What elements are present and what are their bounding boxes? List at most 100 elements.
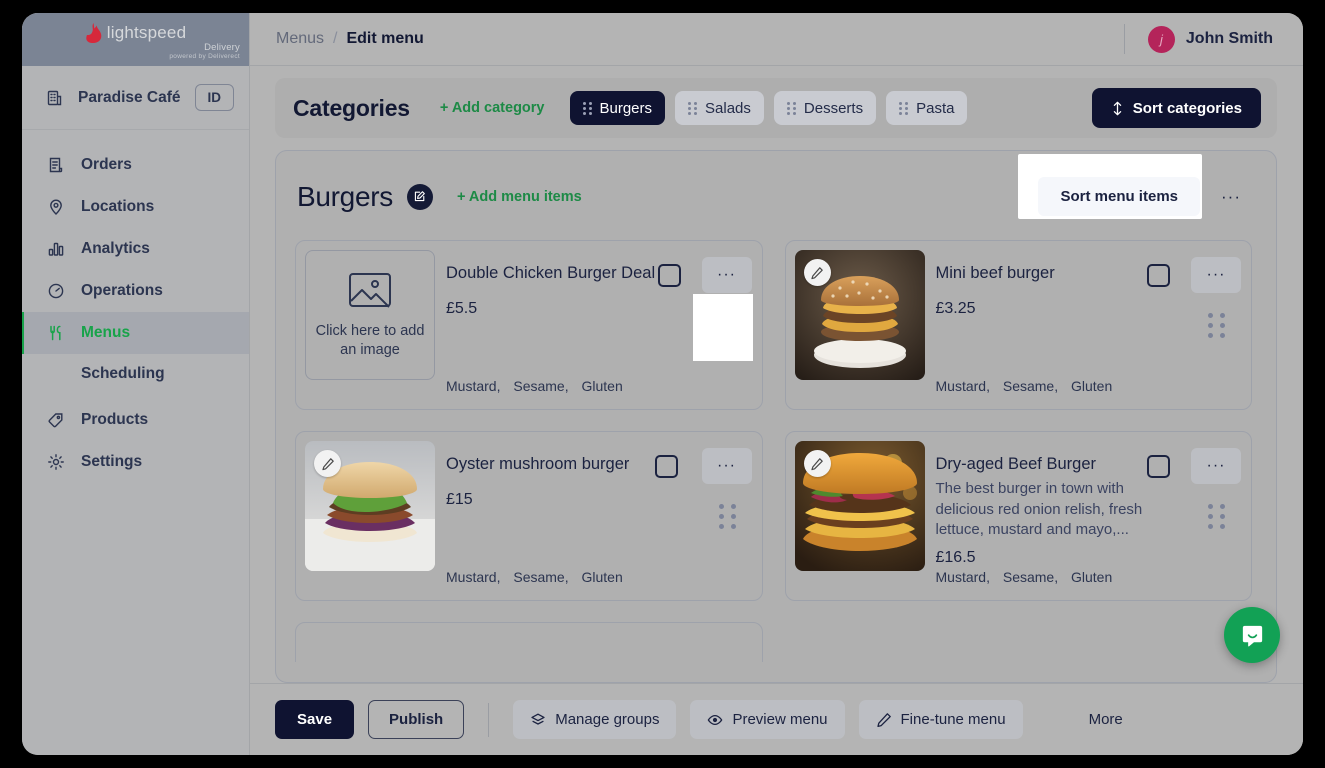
breadcrumb-menus[interactable]: Menus xyxy=(276,30,324,48)
gauge-icon xyxy=(46,282,65,301)
menu-item-card[interactable]: Click here to add an image Double Chicke… xyxy=(295,240,763,410)
item-image[interactable] xyxy=(305,441,435,571)
item-image[interactable] xyxy=(794,441,925,571)
more-button[interactable]: More xyxy=(1073,700,1139,739)
item-price: £3.25 xyxy=(935,300,976,317)
item-tags: Mustard, Sesame, Gluten xyxy=(936,378,1122,394)
item-image-placeholder[interactable]: Click here to add an image xyxy=(305,250,435,380)
brand-product: Delivery xyxy=(204,42,240,53)
category-chip-burgers[interactable]: Burgers xyxy=(569,91,666,125)
item-more-button[interactable]: ··· xyxy=(1191,257,1241,293)
item-select-checkbox[interactable] xyxy=(1147,264,1170,287)
item-select-checkbox[interactable] xyxy=(1147,455,1170,478)
user-menu[interactable]: j John Smith xyxy=(1147,25,1273,53)
category-chip-pasta[interactable]: Pasta xyxy=(886,91,968,125)
sort-menu-items-button[interactable]: Sort menu items xyxy=(1038,177,1200,216)
menu-item-card-partial[interactable] xyxy=(295,622,763,662)
map-pin-icon xyxy=(46,198,65,217)
topbar-divider xyxy=(1123,24,1125,54)
item-body: Dry-aged Beef Burger The best burger in … xyxy=(935,441,1241,591)
edit-image-button[interactable] xyxy=(314,450,341,477)
flame-icon xyxy=(85,23,102,43)
item-more-button[interactable]: ··· xyxy=(701,448,752,484)
chip-label: Burgers xyxy=(599,99,653,117)
sort-categories-button[interactable]: Sort categories xyxy=(1091,88,1261,128)
sidebar-item-label: Products xyxy=(81,411,149,428)
store-id-badge[interactable]: ID xyxy=(194,84,235,111)
category-more-button[interactable]: ··· xyxy=(1210,179,1252,215)
menu-item-card[interactable]: Mini beef burger £3.25 Mustard, Sesame, … xyxy=(784,240,1252,410)
fine-tune-menu-button[interactable]: Fine-tune menu xyxy=(858,700,1023,739)
edit-pencil-icon[interactable] xyxy=(406,183,433,210)
menu-items-grid: Click here to add an image Double Chicke… xyxy=(295,240,1252,601)
item-image[interactable] xyxy=(794,250,925,380)
store-selector[interactable]: Paradise Café ID xyxy=(22,66,249,130)
category-chip-desserts[interactable]: Desserts xyxy=(773,91,877,125)
sidebar-item-label: Scheduling xyxy=(81,365,165,382)
sidebar-item-locations[interactable]: Locations xyxy=(22,186,249,228)
item-drag-handle-icon[interactable] xyxy=(718,504,736,529)
menu-item-card[interactable]: Dry-aged Beef Burger The best burger in … xyxy=(784,431,1252,601)
item-drag-handle-icon[interactable] xyxy=(1208,313,1225,338)
sort-categories-label: Sort categories xyxy=(1132,99,1242,117)
sidebar-item-label: Menus xyxy=(81,324,131,341)
sidebar-item-settings[interactable]: Settings xyxy=(22,441,249,483)
item-tag: Sesame, xyxy=(513,378,569,394)
chat-bubble-icon[interactable] xyxy=(1224,607,1280,663)
save-button[interactable]: Save xyxy=(275,700,355,739)
sidebar-item-menus[interactable]: Menus xyxy=(22,312,249,354)
item-description: The best burger in town with delicious r… xyxy=(935,480,1143,539)
item-select-checkbox[interactable] xyxy=(657,264,681,287)
image-placeholder-icon xyxy=(348,271,392,309)
footer-divider xyxy=(488,702,490,737)
screen-root: lightspeed Delivery powered by Deliverec… xyxy=(0,0,1325,768)
sidebar-item-label: Orders xyxy=(81,156,132,173)
sidebar-item-products[interactable]: Products xyxy=(22,399,249,441)
item-tag: Gluten xyxy=(1071,569,1113,585)
item-more-button[interactable]: ··· xyxy=(701,257,752,293)
item-drag-handle-icon[interactable] xyxy=(1208,504,1225,529)
category-panel-actions: Sort menu items ··· xyxy=(1018,154,1252,219)
page-title: Categories xyxy=(293,94,410,121)
item-body: Oyster mushroom burger £15 Mustard, Sesa… xyxy=(446,441,752,591)
item-tag: Sesame, xyxy=(1002,378,1059,394)
layers-icon xyxy=(530,712,546,728)
drag-handle-icon[interactable] xyxy=(582,101,592,115)
brand-row: lightspeed xyxy=(85,23,187,43)
item-body: Double Chicken Burger Deal £5.5 Mustard,… xyxy=(446,250,753,400)
preview-menu-button[interactable]: Preview menu xyxy=(690,700,845,739)
category-panel-header: Burgers + Add menu items Sort menu items… xyxy=(295,154,1252,219)
item-tag: Mustard, xyxy=(446,378,501,394)
receipt-icon xyxy=(46,156,65,175)
manage-groups-button[interactable]: Manage groups xyxy=(513,700,677,739)
building-icon xyxy=(46,89,64,107)
add-category-button[interactable]: + Add category xyxy=(440,100,545,116)
edit-image-button[interactable] xyxy=(803,450,831,477)
drag-handle-icon[interactable] xyxy=(688,101,698,115)
sidebar-item-operations[interactable]: Operations xyxy=(22,270,249,312)
brand-logo[interactable]: lightspeed Delivery powered by Deliverec… xyxy=(22,13,249,66)
item-more-button[interactable]: ··· xyxy=(1191,448,1241,484)
sidebar-item-orders[interactable]: Orders xyxy=(22,144,249,186)
cutlery-icon xyxy=(46,324,65,343)
add-menu-items-button[interactable]: + Add menu items xyxy=(457,189,582,205)
panel-scrollbar[interactable] xyxy=(1264,151,1270,682)
breadcrumb-current: Edit menu xyxy=(346,30,424,47)
item-title: Dry-aged Beef Burger xyxy=(935,455,1097,473)
edit-image-button[interactable] xyxy=(803,259,831,286)
sidebar-item-analytics[interactable]: Analytics xyxy=(22,228,249,270)
sidebar-item-scheduling[interactable]: Scheduling xyxy=(22,354,249,394)
fine-tune-menu-label: Fine-tune menu xyxy=(900,711,1006,728)
item-drag-highlight xyxy=(692,294,753,361)
drag-handle-icon[interactable] xyxy=(899,101,909,115)
category-chip-salads[interactable]: Salads xyxy=(675,91,764,125)
chip-label: Pasta xyxy=(916,99,955,117)
drag-handle-icon[interactable] xyxy=(786,101,796,115)
sort-arrows-icon xyxy=(1111,101,1124,116)
next-item-partial xyxy=(295,622,1252,662)
publish-button[interactable]: Publish xyxy=(368,700,465,739)
menu-item-card[interactable]: Oyster mushroom burger £15 Mustard, Sesa… xyxy=(295,431,763,601)
eye-icon xyxy=(707,712,723,728)
item-select-checkbox[interactable] xyxy=(654,455,678,478)
item-price: £15 xyxy=(446,491,473,508)
